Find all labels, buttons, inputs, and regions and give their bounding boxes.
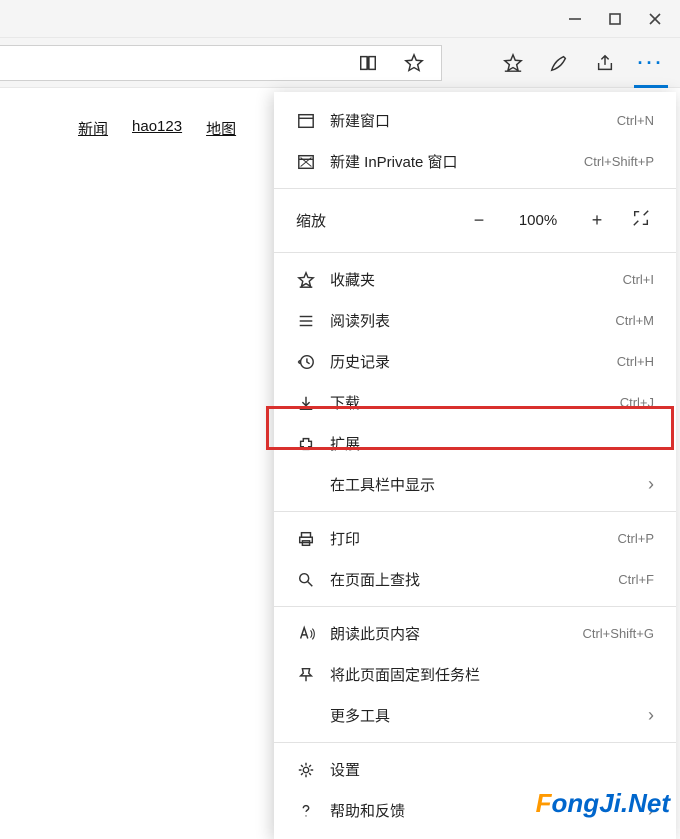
menu-more-tools[interactable]: 更多工具 › bbox=[274, 695, 676, 736]
maximize-button[interactable] bbox=[608, 12, 622, 26]
notes-icon[interactable] bbox=[548, 52, 570, 74]
reading-view-icon[interactable] bbox=[357, 52, 379, 74]
star-icon bbox=[296, 270, 316, 290]
menu-shortcut: Ctrl+J bbox=[620, 395, 654, 410]
minimize-button[interactable] bbox=[568, 12, 582, 26]
menu-shortcut: Ctrl+I bbox=[623, 272, 654, 287]
watermark: FongJi.Net bbox=[536, 788, 670, 819]
extensions-icon bbox=[296, 434, 316, 454]
menu-history[interactable]: 历史记录 Ctrl+H bbox=[274, 341, 676, 382]
menu-reading-list[interactable]: 阅读列表 Ctrl+M bbox=[274, 300, 676, 341]
zoom-label: 缩放 bbox=[296, 210, 448, 231]
menu-downloads[interactable]: 下载 Ctrl+J bbox=[274, 382, 676, 423]
menu-shortcut: Ctrl+Shift+P bbox=[584, 154, 654, 169]
inprivate-icon bbox=[296, 152, 316, 172]
menu-read-aloud[interactable]: 朗读此页内容 Ctrl+Shift+G bbox=[274, 613, 676, 654]
menu-label: 设置 bbox=[330, 759, 654, 780]
menu-find[interactable]: 在页面上查找 Ctrl+F bbox=[274, 559, 676, 600]
menu-label: 在页面上查找 bbox=[330, 569, 604, 590]
reading-list-icon bbox=[296, 311, 316, 331]
menu-separator bbox=[274, 188, 676, 189]
history-icon bbox=[296, 352, 316, 372]
menu-label: 将此页面固定到任务栏 bbox=[330, 664, 654, 685]
print-icon bbox=[296, 529, 316, 549]
menu-new-window[interactable]: 新建窗口 Ctrl+N bbox=[274, 100, 676, 141]
menu-label: 新建 InPrivate 窗口 bbox=[330, 151, 570, 172]
window-titlebar bbox=[0, 0, 680, 38]
menu-separator bbox=[274, 252, 676, 253]
menu-separator bbox=[274, 742, 676, 743]
menu-settings[interactable]: 设置 bbox=[274, 749, 676, 790]
more-button[interactable]: ··· bbox=[640, 52, 662, 74]
chevron-right-icon: › bbox=[648, 705, 654, 726]
gear-icon bbox=[296, 760, 316, 780]
watermark-rest: ongJi.Net bbox=[552, 788, 670, 818]
menu-favorites[interactable]: 收藏夹 Ctrl+I bbox=[274, 259, 676, 300]
menu-shortcut: Ctrl+F bbox=[618, 572, 654, 587]
window-icon bbox=[296, 111, 316, 131]
menu-shortcut: Ctrl+M bbox=[615, 313, 654, 328]
menu-pin[interactable]: 将此页面固定到任务栏 bbox=[274, 654, 676, 695]
menu-label: 阅读列表 bbox=[330, 310, 601, 331]
favorite-star-icon[interactable] bbox=[403, 52, 425, 74]
menu-print[interactable]: 打印 Ctrl+P bbox=[274, 518, 676, 559]
read-aloud-icon bbox=[296, 624, 316, 644]
menu-extensions[interactable]: 扩展 bbox=[274, 423, 676, 464]
menu-label: 打印 bbox=[330, 528, 604, 549]
menu-label: 收藏夹 bbox=[330, 269, 609, 290]
nav-link-news[interactable]: 新闻 bbox=[78, 118, 108, 139]
menu-zoom: 缩放 − 100% + bbox=[274, 195, 676, 246]
zoom-in-button[interactable]: + bbox=[584, 210, 610, 231]
settings-menu: 新建窗口 Ctrl+N 新建 InPrivate 窗口 Ctrl+Shift+P… bbox=[274, 92, 676, 839]
menu-shortcut: Ctrl+Shift+G bbox=[582, 626, 654, 641]
menu-label: 新建窗口 bbox=[330, 110, 603, 131]
menu-shortcut: Ctrl+N bbox=[617, 113, 654, 128]
search-icon bbox=[296, 570, 316, 590]
favorites-hub-icon[interactable] bbox=[502, 52, 524, 74]
share-icon[interactable] bbox=[594, 52, 616, 74]
download-icon bbox=[296, 393, 316, 413]
zoom-out-button[interactable]: − bbox=[466, 210, 492, 231]
menu-label: 历史记录 bbox=[330, 351, 603, 372]
menu-separator bbox=[274, 511, 676, 512]
close-button[interactable] bbox=[648, 12, 662, 26]
chevron-right-icon: › bbox=[648, 474, 654, 495]
menu-show-in-toolbar[interactable]: 在工具栏中显示 › bbox=[274, 464, 676, 505]
zoom-value: 100% bbox=[510, 212, 566, 229]
menu-separator bbox=[274, 606, 676, 607]
watermark-f: F bbox=[536, 788, 552, 818]
address-bar[interactable] bbox=[0, 45, 442, 81]
menu-label: 在工具栏中显示 bbox=[330, 474, 634, 495]
nav-link-hao123[interactable]: hao123 bbox=[132, 118, 182, 139]
page-nav-links: 新闻 hao123 地图 bbox=[78, 118, 236, 139]
nav-link-map[interactable]: 地图 bbox=[206, 118, 236, 139]
menu-label: 扩展 bbox=[330, 433, 654, 454]
help-icon bbox=[296, 801, 316, 821]
menu-label: 朗读此页内容 bbox=[330, 623, 568, 644]
toolbar-actions: ··· bbox=[442, 52, 680, 74]
menu-shortcut: Ctrl+P bbox=[618, 531, 654, 546]
menu-shortcut: Ctrl+H bbox=[617, 354, 654, 369]
pin-icon bbox=[296, 665, 316, 685]
menu-new-inprivate[interactable]: 新建 InPrivate 窗口 Ctrl+Shift+P bbox=[274, 141, 676, 182]
toolbar-row: ··· bbox=[0, 38, 680, 88]
menu-label: 更多工具 bbox=[330, 705, 634, 726]
menu-label: 下载 bbox=[330, 392, 606, 413]
more-icon: ··· bbox=[638, 54, 665, 72]
fullscreen-button[interactable] bbox=[628, 209, 654, 232]
